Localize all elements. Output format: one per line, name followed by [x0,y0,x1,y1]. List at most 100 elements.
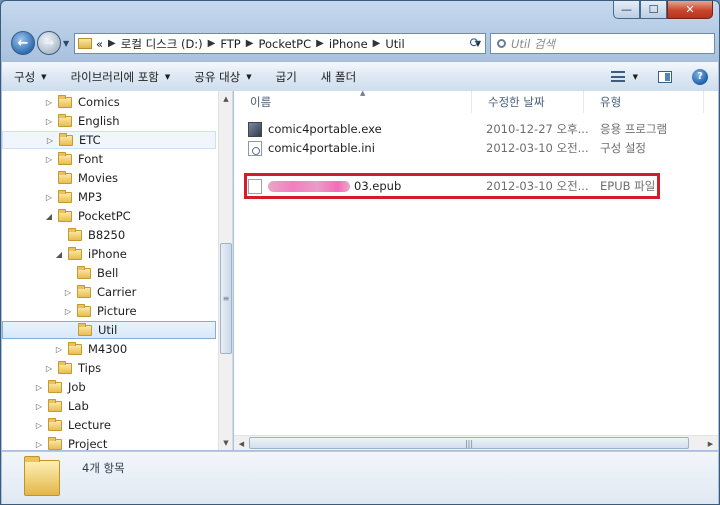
new-folder-button[interactable]: 새 폴더 [309,62,368,91]
tree-item-label: Carrier [97,285,137,299]
tree-item-iphone[interactable]: ◢ iPhone [2,245,216,263]
dropdown-arrow-icon: ▼ [246,72,252,81]
tree-item-etc[interactable]: ▷ ETC [2,131,216,149]
expand-arrow-icon[interactable]: ▷ [45,136,55,145]
expand-arrow-icon[interactable]: ▷ [44,117,54,126]
expand-arrow-icon[interactable]: ▷ [63,288,73,297]
folder-icon [68,246,82,260]
details-pane: 4개 항목 [2,451,718,504]
burn-button[interactable]: 굽기 [264,62,309,91]
file-row-exe[interactable]: comic4portable.exe 2010-12-27 오후... 응용 프… [248,120,708,138]
tree-item-label: Project [68,437,108,450]
sort-ascending-icon: ▲ [360,91,366,97]
folder-icon [77,303,91,317]
folder-icon [58,151,72,165]
change-view-icon[interactable] [610,71,625,82]
refresh-icon[interactable]: ⟳ [465,34,485,53]
minimize-button[interactable]: — [613,1,640,19]
scroll-right-icon[interactable]: ▶ [703,440,718,448]
tree-item-movies[interactable]: Movies [2,169,216,187]
scroll-up-icon[interactable]: ▲ [219,91,232,106]
scroll-left-icon[interactable]: ◀ [234,440,249,448]
expand-arrow-icon[interactable]: ▷ [34,383,44,392]
column-header-name[interactable]: 이름 ▲ [234,91,472,113]
tree-item-english[interactable]: ▷ English [2,112,216,130]
expand-arrow-icon[interactable]: ▷ [44,364,54,373]
library-label: 라이브러리에 포함 [70,69,159,84]
navigation-pane: ▷ Comics ▷ English ▷ ETC ▷ Font Movies ▷ [2,91,233,450]
search-box[interactable]: Util 검색 [490,33,715,54]
crumb-iphone[interactable]: iPhone [329,37,368,51]
file-row-ini[interactable]: comic4portable.ini 2012-03-10 오전... 구성 설… [248,139,708,157]
folder-icon [78,38,92,49]
expand-arrow-icon[interactable]: ▷ [44,155,54,164]
tree-item-pocketpc[interactable]: ◢ PocketPC [2,207,216,225]
column-header-type[interactable]: 유형 [584,91,704,113]
recent-pages-dropdown[interactable]: ▼ [63,39,69,48]
back-arrow-icon: ← [17,35,29,51]
tree-item-lecture[interactable]: ▷ Lecture [2,416,216,434]
crumb-separator-icon[interactable]: ▶ [108,38,116,49]
address-bar[interactable]: « ▶ 로컬 디스크 (D:) ▶ FTP ▶ PocketPC ▶ iPhon… [74,33,486,54]
address-overflow[interactable]: « [96,37,103,51]
forward-arrow-icon: → [43,35,55,51]
scroll-thumb[interactable]: ≡ [220,243,232,354]
crumb-ftp[interactable]: FTP [220,37,240,51]
navigation-scrollbar[interactable]: ▲ ≡ ▼ [218,91,232,450]
tree-item-font[interactable]: ▷ Font [2,150,216,168]
tree-item-label: Comics [78,95,120,109]
expand-arrow-icon[interactable]: ▷ [34,440,44,449]
view-dropdown-icon[interactable]: ▼ [633,73,638,81]
tree-item-carrier[interactable]: ▷ Carrier [2,283,216,301]
folder-icon [48,417,62,431]
column-name-label: 이름 [250,95,272,109]
crumb-local-disk[interactable]: 로컬 디스크 (D:) [121,36,203,52]
scroll-thumb[interactable]: ||| [249,437,689,449]
tree-item-label: Bell [97,266,119,280]
collapse-arrow-icon[interactable]: ◢ [54,250,64,259]
folder-icon [58,208,72,222]
tree-item-job[interactable]: ▷ Job [2,378,216,396]
expand-arrow-icon[interactable]: ▷ [44,193,54,202]
organize-menu[interactable]: 구성 ▼ [2,62,59,91]
tree-item-label: Movies [78,171,119,185]
expand-arrow-icon[interactable]: ▷ [63,307,73,316]
crumb-separator-icon[interactable]: ▶ [246,38,254,49]
tree-item-picture[interactable]: ▷ Picture [2,302,216,320]
scroll-down-icon[interactable]: ▼ [219,435,232,450]
horizontal-scrollbar[interactable]: ◀ ||| ▶ [234,435,718,450]
column-header-modified[interactable]: 수정한 날짜 [472,91,584,113]
tree-item-project[interactable]: ▷ Project [2,435,216,450]
include-in-library-menu[interactable]: 라이브러리에 포함 ▼ [59,62,183,91]
close-button[interactable]: ✕ [667,1,713,19]
maximize-button[interactable]: ☐ [640,1,667,19]
tree-item-label: B8250 [88,228,126,242]
tree-item-bell[interactable]: Bell [2,264,216,282]
share-with-menu[interactable]: 공유 대상 ▼ [182,62,263,91]
collapse-arrow-icon[interactable]: ◢ [44,212,54,221]
help-icon[interactable]: ? [692,68,708,85]
tree-item-label: Job [68,380,86,394]
expand-arrow-icon[interactable]: ▷ [34,421,44,430]
back-button[interactable]: ← [11,31,35,55]
tree-item-tips[interactable]: ▷ Tips [2,359,216,377]
tree-item-mp3[interactable]: ▷ MP3 [2,188,216,206]
highlight-box [244,173,660,199]
dropdown-arrow-icon: ▼ [164,72,171,81]
tree-item-comics[interactable]: ▷ Comics [2,93,216,111]
expand-arrow-icon[interactable]: ▷ [34,402,44,411]
crumb-separator-icon[interactable]: ▶ [208,38,216,49]
tree-item-b8250[interactable]: B8250 [2,226,216,244]
crumb-separator-icon[interactable]: ▶ [316,38,324,49]
preview-pane-icon[interactable] [658,70,672,83]
expand-arrow-icon[interactable]: ▷ [44,98,54,107]
expand-arrow-icon[interactable]: ▷ [54,345,64,354]
crumb-util[interactable]: Util [385,37,404,51]
crumb-separator-icon[interactable]: ▶ [373,38,381,49]
tree-item-util[interactable]: Util [2,321,216,339]
folder-icon [58,170,72,184]
tree-item-lab[interactable]: ▷ Lab [2,397,216,415]
forward-button[interactable]: → [37,31,61,55]
tree-item-m4300[interactable]: ▷ M4300 [2,340,216,358]
crumb-pocketpc[interactable]: PocketPC [258,37,311,51]
